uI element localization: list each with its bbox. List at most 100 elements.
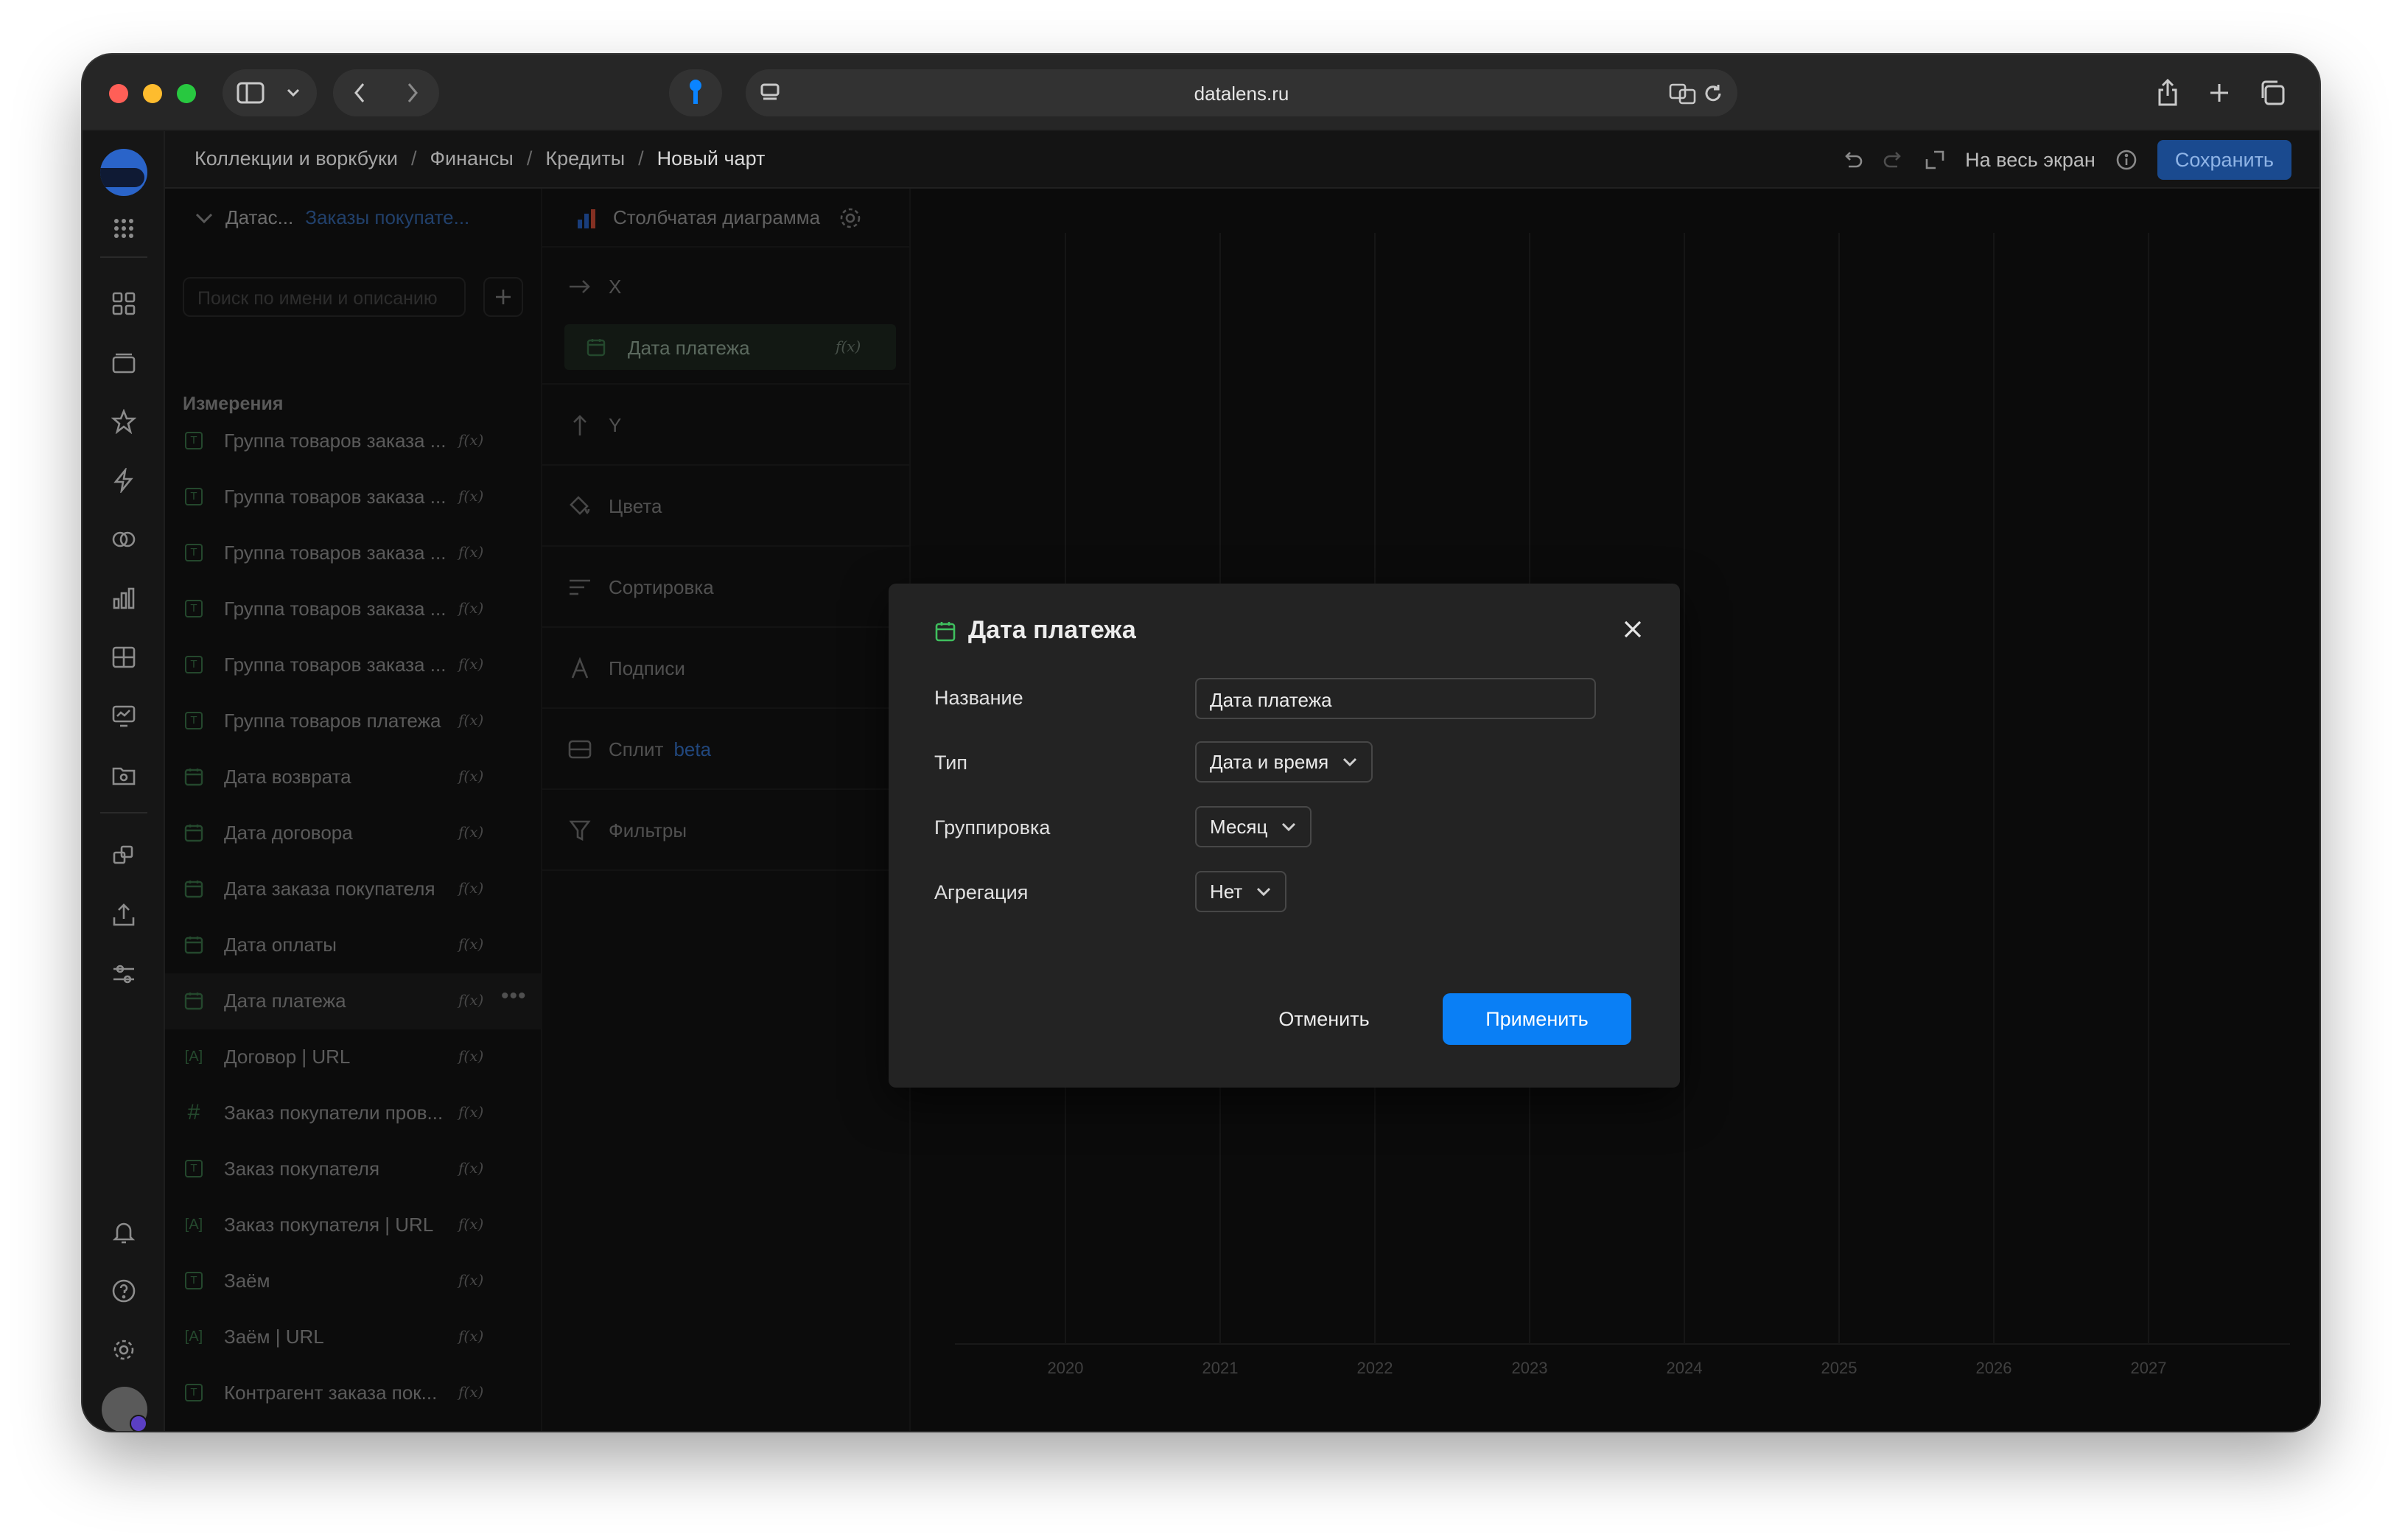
breadcrumb-separator: /	[638, 147, 644, 169]
gear-icon	[113, 1340, 134, 1360]
url-text: datalens.ru	[1194, 83, 1289, 105]
zoom-window-button[interactable]	[177, 84, 196, 103]
breadcrumb-item[interactable]: Кредиты	[545, 147, 625, 170]
nav-home-button[interactable]	[109, 289, 139, 318]
question-icon	[112, 1279, 136, 1303]
rail-divider	[100, 256, 147, 258]
nav-workbooks-button[interactable]	[109, 841, 139, 871]
save-button[interactable]: Сохранить	[2157, 140, 2291, 180]
redo-icon[interactable]	[1883, 149, 1905, 171]
type-select-value: Дата и время	[1210, 750, 1329, 773]
circles-icon	[112, 531, 136, 547]
sliders-icon	[113, 965, 134, 984]
passwords-button[interactable]	[669, 69, 722, 116]
nav-collections-button[interactable]	[109, 348, 139, 377]
reload-icon[interactable]	[1702, 83, 1724, 105]
lightning-icon	[113, 468, 133, 493]
new-tab-button[interactable]	[2199, 69, 2240, 116]
close-icon	[1624, 620, 1642, 638]
breadcrumb-item[interactable]: Коллекции и воркбуки	[195, 147, 398, 170]
chevron-right-icon	[407, 83, 418, 102]
type-label: Тип	[934, 752, 968, 774]
close-window-button[interactable]	[109, 84, 128, 103]
settings-button[interactable]	[109, 1335, 139, 1365]
breadcrumb: Коллекции и воркбуки / Финансы / Кредиты…	[195, 147, 765, 170]
minimize-window-button[interactable]	[143, 84, 162, 103]
undo-icon[interactable]	[1841, 149, 1863, 171]
chevron-down-icon	[1257, 887, 1271, 897]
breadcrumb-current: Новый чарт	[656, 147, 766, 169]
aggregation-select-value: Нет	[1210, 880, 1243, 903]
grouping-select[interactable]: Месяц	[1195, 806, 1312, 847]
bar-chart-icon	[113, 587, 135, 609]
fullscreen-icon[interactable]	[1924, 149, 1946, 171]
share-icon	[2158, 78, 2177, 106]
grid-dots-icon	[114, 219, 133, 238]
calendar-icon	[935, 622, 956, 642]
browser-window: datalens.ru Коллекции и воркбуки / Финан…	[83, 55, 2319, 1431]
nav-export-button[interactable]	[109, 900, 139, 930]
folder-image-icon	[112, 767, 136, 785]
sidebar-toggle-button[interactable]	[223, 69, 279, 116]
star-icon	[111, 409, 136, 434]
avatar[interactable]	[102, 1387, 147, 1431]
page-header: Коллекции и воркбуки / Финансы / Кредиты…	[165, 131, 2319, 189]
nav-settings-sliders-button[interactable]	[109, 959, 139, 989]
upload-icon	[113, 903, 135, 926]
back-button[interactable]	[333, 69, 386, 116]
key-icon	[690, 80, 701, 104]
sidebar-toggle-group	[223, 69, 317, 116]
navigation-group	[333, 69, 439, 116]
chevron-down-icon	[287, 88, 300, 97]
datalens-logo[interactable]	[100, 149, 147, 196]
header-actions: На весь экран Сохранить	[1841, 140, 2291, 180]
monitor-chart-icon	[112, 705, 136, 727]
grouping-select-value: Месяц	[1210, 815, 1268, 838]
nav-files-button[interactable]	[109, 760, 139, 790]
notifications-button[interactable]	[109, 1217, 139, 1247]
dialog-title: Дата платежа	[968, 616, 1136, 644]
apply-button[interactable]: Применить	[1443, 993, 1631, 1045]
address-bar[interactable]: datalens.ru	[746, 69, 1737, 116]
breadcrumb-item[interactable]: Финансы	[430, 147, 513, 170]
cancel-button[interactable]: Отменить	[1261, 993, 1387, 1045]
type-select[interactable]: Дата и время	[1195, 741, 1373, 783]
nav-dashboards-button[interactable]	[109, 643, 139, 672]
forward-button[interactable]	[386, 69, 439, 116]
layout-grid-icon	[112, 292, 136, 315]
app-navigation-rail	[83, 131, 165, 1431]
chevron-down-icon	[1282, 822, 1296, 832]
name-input[interactable]: Дата платежа	[1195, 678, 1596, 719]
tab-group-menu-button[interactable]	[279, 69, 308, 116]
nav-favorites-button[interactable]	[109, 407, 139, 436]
grouping-label: Группировка	[934, 816, 1051, 839]
folders-icon	[112, 353, 136, 374]
plus-icon	[2210, 84, 2228, 102]
info-icon[interactable]	[2115, 148, 2138, 172]
tab-overview-button[interactable]	[2252, 69, 2293, 116]
nav-charts-button[interactable]	[109, 584, 139, 613]
tabs-icon	[2261, 80, 2285, 105]
cubes-icon	[113, 845, 133, 864]
sidebar-icon	[237, 82, 265, 104]
share-button[interactable]	[2147, 69, 2188, 116]
nav-connections-button[interactable]	[109, 466, 139, 495]
name-input-value: Дата платежа	[1210, 689, 1332, 711]
name-label: Название	[934, 687, 1023, 709]
fullscreen-button[interactable]: На весь экран	[1965, 149, 2095, 172]
chevron-left-icon	[354, 83, 365, 102]
breadcrumb-separator: /	[526, 147, 533, 169]
help-button[interactable]	[109, 1276, 139, 1306]
nav-datasets-button[interactable]	[109, 525, 139, 554]
aggregation-select[interactable]: Нет	[1195, 871, 1287, 912]
field-settings-dialog: Дата платежа Название Дата платежа Тип Д…	[889, 584, 1680, 1088]
breadcrumb-separator: /	[410, 147, 417, 169]
translate-icon[interactable]	[1668, 83, 1698, 105]
table-icon	[112, 646, 136, 668]
nav-reports-button[interactable]	[109, 701, 139, 731]
browser-toolbar: datalens.ru	[83, 55, 2319, 131]
aggregation-label: Агрегация	[934, 881, 1029, 903]
apps-button[interactable]	[109, 214, 139, 243]
bell-icon	[112, 1222, 136, 1244]
close-dialog-button[interactable]	[1618, 615, 1648, 644]
